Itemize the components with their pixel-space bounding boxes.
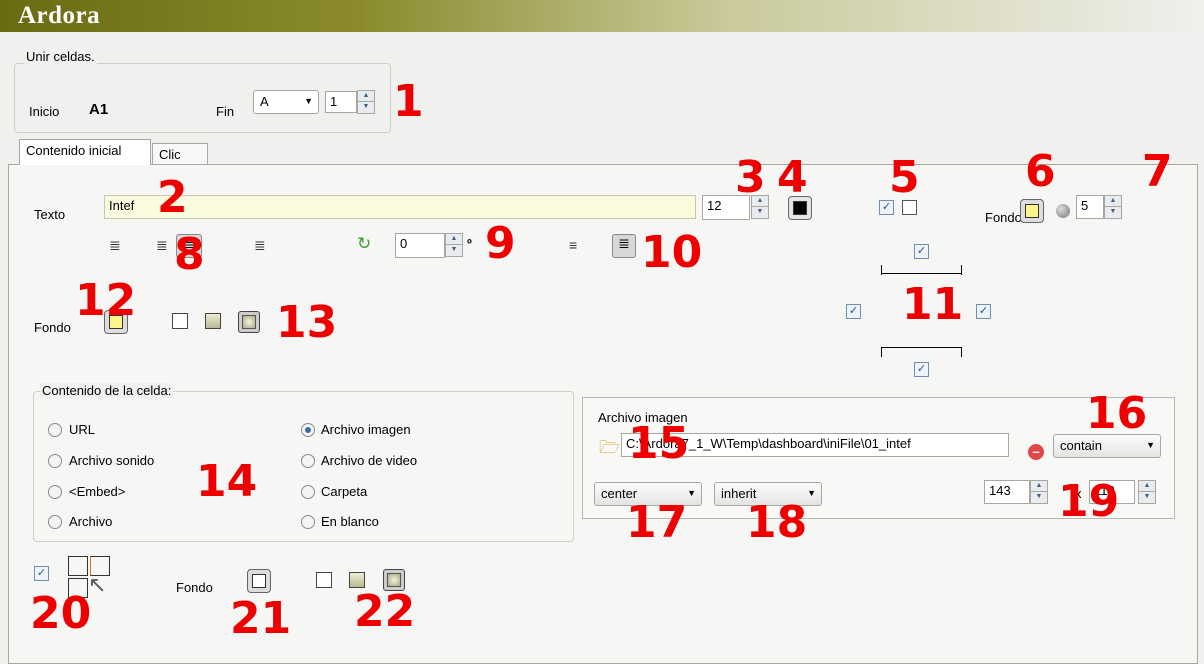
annotation-7: 7 <box>1142 146 1173 197</box>
annotation-12: 12 <box>75 275 137 326</box>
radio-embed-label: <Embed> <box>69 484 126 499</box>
border-right-checkbox[interactable]: ✓ <box>976 304 991 319</box>
border-preview-tick <box>881 265 882 275</box>
radio-en-blanco[interactable] <box>301 515 315 529</box>
radio-archivo-label: Archivo <box>69 514 113 529</box>
image-height-spinner[interactable]: ▲ ▼ <box>1138 480 1156 504</box>
text-bg-color-button[interactable] <box>1020 199 1044 223</box>
end-column-select[interactable]: A <box>253 90 319 114</box>
image-width-spinner[interactable]: ▲ ▼ <box>1030 480 1048 504</box>
radio-archivo[interactable] <box>48 515 62 529</box>
align-right-icon[interactable]: ≣ <box>254 238 266 252</box>
bg-gradient-option[interactable] <box>205 313 221 329</box>
end-row-spinner[interactable]: ▲ ▼ <box>357 90 375 114</box>
radius-icon <box>1056 204 1070 218</box>
radio-embed[interactable] <box>48 485 62 499</box>
footer-bg-label: Fondo <box>176 580 213 595</box>
align-left-icon[interactable]: ≣ <box>156 238 168 252</box>
border-preview-tick <box>881 347 882 357</box>
text-bg-label: Fondo <box>985 210 1022 225</box>
radius-spinner[interactable]: ▲ ▼ <box>1104 195 1122 219</box>
cell-bg-label: Fondo <box>34 320 71 335</box>
radio-archivo-imagen[interactable] <box>301 423 315 437</box>
border-top-checkbox[interactable]: ✓ <box>914 244 929 259</box>
footer-bg-solid-option[interactable] <box>316 572 332 588</box>
annotation-13: 13 <box>276 297 338 348</box>
radio-carpeta-label: Carpeta <box>321 484 368 499</box>
annotation-18: 18 <box>746 497 808 548</box>
annotation-16: 16 <box>1086 388 1148 439</box>
valign-top-icon[interactable]: ≡ <box>569 238 577 252</box>
folder-icon[interactable]: 🗁 <box>599 438 623 458</box>
valign-middle-icon: ≣ <box>618 235 630 251</box>
annotation-9: 9 <box>485 218 516 269</box>
radius-input[interactable]: 5 <box>1076 195 1104 219</box>
annotation-22: 22 <box>354 586 416 637</box>
valign-middle-button[interactable]: ≣ <box>612 234 636 258</box>
radio-url[interactable] <box>48 423 62 437</box>
annotation-21: 21 <box>230 593 292 644</box>
end-label: Fin <box>216 104 235 119</box>
annotation-15: 15 <box>628 418 690 469</box>
start-cell-value: A1 <box>89 101 109 118</box>
annotation-19: 19 <box>1058 476 1120 527</box>
border-preview-tick <box>961 265 962 275</box>
radio-archivo-video[interactable] <box>301 454 315 468</box>
radio-en-blanco-label: En blanco <box>321 514 379 529</box>
radio-archivo-video-label: Archivo de video <box>321 453 418 468</box>
annotation-20: 20 <box>30 588 92 639</box>
annotation-14: 14 <box>196 456 258 507</box>
annotation-5: 5 <box>889 152 920 203</box>
radio-url-label: URL <box>69 422 96 437</box>
rotation-input[interactable]: 0 <box>395 233 445 258</box>
annotation-6: 6 <box>1025 146 1056 197</box>
footer-bg-color-button[interactable] <box>247 569 271 593</box>
annotation-4: 4 <box>777 152 808 203</box>
border-bottom-checkbox[interactable]: ✓ <box>914 362 929 377</box>
tab-clic[interactable]: Clic <box>152 143 208 165</box>
rotation-spinner[interactable]: ▲ ▼ <box>445 233 463 257</box>
annotation-11: 11 <box>902 279 964 330</box>
annotation-3: 3 <box>735 152 766 203</box>
align-justify-icon[interactable]: ≣ <box>109 238 121 252</box>
end-row-input[interactable]: 1 <box>325 91 357 113</box>
rotate-icon[interactable]: ↻ <box>357 234 371 254</box>
text-input[interactable]: Intef <box>104 195 696 219</box>
text-label: Texto <box>34 207 66 222</box>
tab-contenido-inicial[interactable]: Contenido inicial <box>19 139 151 165</box>
annotation-1: 1 <box>393 76 424 127</box>
merge-cells-legend: Unir celdas. <box>24 49 97 64</box>
radio-archivo-sonido-label: Archivo sonido <box>69 453 155 468</box>
border-preview-tick <box>961 347 962 357</box>
image-width-input[interactable]: 143 <box>984 480 1030 504</box>
annotation-17: 17 <box>626 497 688 548</box>
content-legend: Contenido de la celda: <box>40 383 174 398</box>
bg-radial-option[interactable] <box>238 311 260 333</box>
bg-solid-option[interactable] <box>172 313 188 329</box>
annotation-2: 2 <box>157 172 188 223</box>
start-label: Inicio <box>29 104 60 119</box>
app-title: Ardora <box>18 2 101 29</box>
border-left-checkbox[interactable]: ✓ <box>846 304 861 319</box>
cursor-checkbox[interactable]: ✓ <box>34 566 49 581</box>
annotation-8: 8 <box>174 229 205 280</box>
remove-icon[interactable]: – <box>1028 444 1044 460</box>
annotation-10: 10 <box>641 227 703 278</box>
radio-carpeta[interactable] <box>301 485 315 499</box>
radio-archivo-imagen-label: Archivo imagen <box>321 422 411 437</box>
app-title-bar: Ardora <box>0 0 1204 32</box>
degree-symbol: º <box>467 236 472 251</box>
radio-archivo-sonido[interactable] <box>48 454 62 468</box>
